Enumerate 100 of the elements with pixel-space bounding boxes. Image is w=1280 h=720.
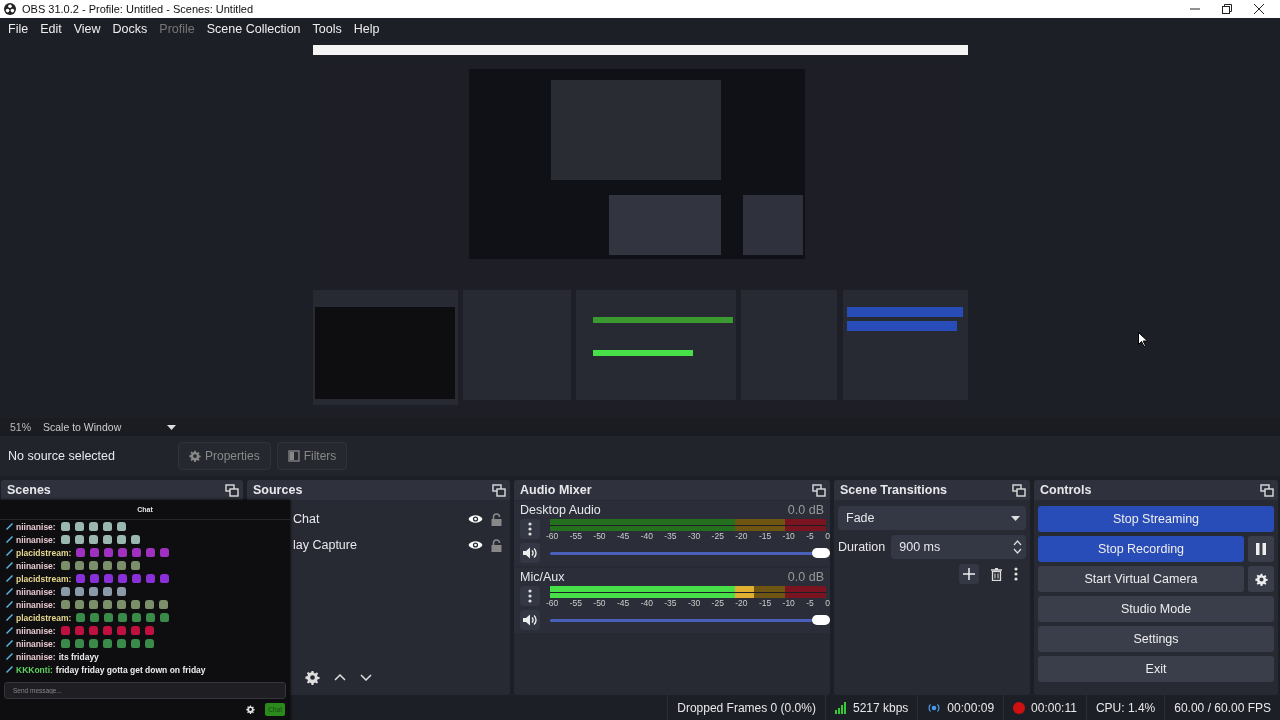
control-button[interactable]: Exit — [1038, 656, 1274, 682]
mute-button[interactable] — [520, 610, 540, 630]
cpu-usage: CPU: 1.4% — [1085, 695, 1165, 720]
control-button[interactable]: Studio Mode — [1038, 596, 1274, 622]
scale-label: -10 — [782, 531, 795, 541]
settings-icon — [1254, 572, 1268, 586]
filters-icon — [287, 450, 300, 462]
panel-title: Scenes — [7, 483, 51, 497]
chat-username: placidstream: — [16, 573, 72, 584]
scale-label: -20 — [735, 598, 748, 608]
broadcast-icon — [927, 701, 942, 714]
dropped-frames: Dropped Frames 0 (0.0%) — [667, 695, 825, 720]
down-icon[interactable] — [360, 673, 372, 681]
slider-thumb[interactable] — [812, 615, 830, 625]
control-button[interactable]: Settings — [1038, 626, 1274, 652]
more-icon — [528, 522, 532, 536]
cursor-icon — [1138, 332, 1148, 347]
channel-name: Desktop Audio — [520, 503, 601, 517]
menu-item[interactable]: Docks — [106, 22, 154, 36]
control-button[interactable]: Start Virtual Camera — [1038, 566, 1244, 592]
control-button[interactable]: Stop Streaming — [1038, 506, 1274, 532]
chat-username: niinanise: — [16, 586, 56, 597]
scale-label: -35 — [664, 598, 677, 608]
duration-label: Duration — [838, 540, 886, 554]
more-icon — [528, 589, 532, 603]
chat-username: KKKonti: — [16, 664, 53, 675]
trash-icon[interactable] — [991, 567, 1002, 581]
panel-title: Sources — [253, 483, 303, 497]
eye-icon[interactable] — [468, 540, 483, 550]
channel-name: Mic/Aux — [520, 570, 565, 584]
menu-item[interactable]: Scene Collection — [200, 22, 307, 36]
source-item[interactable]: Chat — [293, 512, 468, 526]
properties-button[interactable]: Properties — [178, 442, 271, 470]
chat-username: niinanise: — [16, 638, 56, 649]
menu-item[interactable]: File — [2, 22, 35, 36]
mute-button[interactable] — [520, 543, 540, 563]
undock-icon[interactable] — [812, 483, 826, 497]
scale-dropdown[interactable]: Scale to Window — [43, 421, 177, 433]
undock-icon[interactable] — [1260, 483, 1274, 497]
scale-label: -60 — [546, 598, 559, 608]
duration-field[interactable]: 900 ms — [891, 535, 1026, 559]
up-icon[interactable] — [334, 673, 346, 681]
add-button[interactable] — [959, 564, 979, 584]
window-title: OBS 31.0.2 - Profile: Untitled - Scenes: Untitled — [22, 3, 254, 15]
settings-icon — [305, 669, 320, 685]
scale-label: -15 — [758, 598, 772, 608]
plus-icon — [963, 568, 975, 580]
scale-label: -50 — [593, 531, 606, 541]
scale-label: -15 — [758, 531, 772, 541]
source-item[interactable]: lay Capture — [293, 538, 468, 552]
zoom-level: 51% — [10, 421, 31, 433]
record-icon — [1013, 701, 1026, 714]
control-button[interactable]: Stop Recording — [1038, 536, 1244, 562]
settings-button[interactable] — [1248, 566, 1274, 592]
scale-label: -10 — [782, 598, 795, 608]
menu-item[interactable]: Edit — [34, 22, 68, 36]
pause-button[interactable] — [1248, 536, 1274, 562]
scale-label: -20 — [735, 531, 748, 541]
app-logo-icon — [4, 3, 16, 15]
more-button[interactable] — [520, 586, 540, 606]
transition-dropdown[interactable]: Fade — [838, 506, 1026, 530]
undock-icon[interactable] — [492, 483, 506, 497]
caret-icon — [167, 424, 177, 430]
menu-item[interactable]: View — [67, 22, 107, 36]
chat-username: niinanise: — [16, 521, 56, 532]
scale-label: -25 — [711, 598, 724, 608]
panel-title: Audio Mixer — [520, 483, 592, 497]
more-button[interactable] — [520, 519, 540, 539]
scale-label: -55 — [569, 531, 582, 541]
unlock-icon[interactable] — [491, 538, 502, 552]
undock-icon[interactable] — [225, 483, 239, 497]
restore-icon[interactable] — [1222, 4, 1232, 14]
scale-label: -35 — [664, 531, 677, 541]
chat-username: niinanise: — [16, 651, 56, 662]
scale-label: -50 — [593, 598, 606, 608]
volume-reading: 0.0 dB — [787, 570, 824, 584]
scale-label: -5 — [806, 531, 814, 541]
panel-title: Controls — [1040, 483, 1092, 497]
scale-label: -40 — [640, 598, 653, 608]
stream-time: 00:00:09 — [947, 700, 995, 715]
close-icon[interactable] — [1254, 4, 1264, 14]
menu-item[interactable]: Help — [347, 22, 386, 36]
scale-label: -25 — [711, 531, 724, 541]
chat-username: niinanise: — [16, 625, 56, 636]
chat-message: its fridayy — [58, 651, 99, 662]
signal-icon — [834, 701, 847, 714]
scale-label: -5 — [806, 598, 814, 608]
speaker-icon — [523, 614, 537, 626]
chat-username: niinanise: — [16, 534, 56, 545]
slider-thumb[interactable] — [812, 548, 830, 558]
chat-username: placidstream: — [16, 547, 72, 558]
menu-item[interactable]: Tools — [306, 22, 348, 36]
panel-title: Scene Transitions — [840, 483, 947, 497]
selection-status: No source selected — [8, 449, 116, 463]
frame-rate: 60.00 / 60.00 FPS — [1164, 695, 1280, 720]
volume-reading: 0.0 dB — [787, 503, 824, 517]
unlock-icon[interactable] — [491, 512, 502, 526]
undock-icon[interactable] — [1012, 483, 1026, 497]
eye-icon[interactable] — [468, 514, 483, 524]
filters-button[interactable]: Filters — [276, 442, 348, 470]
